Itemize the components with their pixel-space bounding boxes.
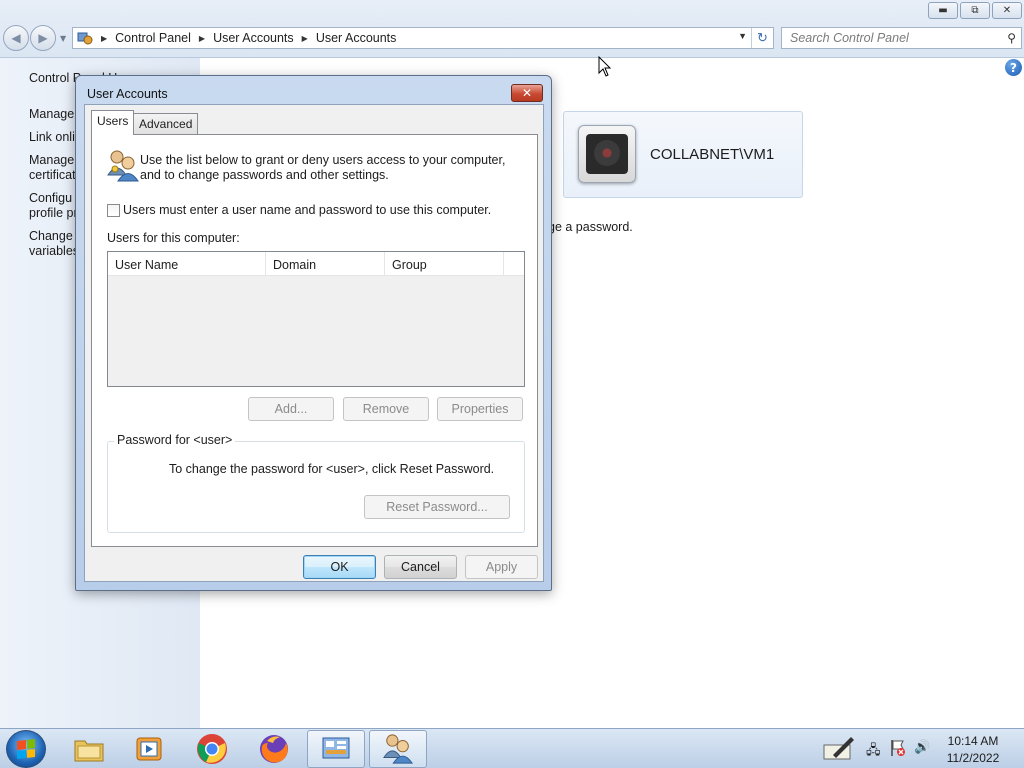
user-tile-name: COLLABNET\VM1 [650,146,775,163]
user-tile[interactable]: COLLABNET\VM1 [563,111,803,198]
window-controls: ▬ ⧉ ✕ [928,2,1022,19]
password-hint: To change the password for <user>, click… [169,462,495,476]
tab-advanced[interactable]: Advanced [133,113,199,134]
column-user-name[interactable]: User Name [108,252,266,276]
dialog-client-area: Users Advanced Use the list below to gra… [84,104,544,582]
address-bar[interactable]: ▶ Control Panel ▶ User Accounts ▶ User A… [72,27,774,49]
password-groupbox: Password for <user> To change the passwo… [107,433,525,533]
require-password-label[interactable]: Users must enter a user name and passwor… [123,203,491,218]
windows-logo-icon [17,739,35,759]
nav-link-online-ids[interactable]: Link onli [29,130,75,145]
password-group-label: Password for <user> [114,433,236,447]
forward-button[interactable]: ▶ [30,25,56,51]
explorer-titlebar: ▬ ⧉ ✕ ◀ ▶ ▼ ▶ Control Panel ▶ User Accou… [0,0,1024,58]
users-icon [383,734,413,764]
apply-button[interactable]: Apply [465,555,538,579]
firefox-icon [260,735,288,763]
minimize-button[interactable]: ▬ [928,2,958,19]
search-icon[interactable]: ⚲ [1007,31,1016,45]
breadcrumb-user-accounts[interactable]: User Accounts [213,31,294,45]
require-password-checkbox[interactable] [107,204,120,217]
change-password-link-text[interactable]: ge a password. [548,220,633,234]
restore-button[interactable]: ⧉ [960,2,990,19]
start-button[interactable] [6,730,46,768]
search-placeholder: Search Control Panel [790,31,909,45]
taskbar: 🖧 🔊 10:14 AM 11/2/2022 [0,728,1024,768]
ok-button[interactable]: OK [303,555,376,579]
add-button[interactable]: Add... [248,397,334,421]
dialog-close-button[interactable]: ✕ [511,84,543,102]
chrome-icon [197,734,227,764]
clock-time[interactable]: 10:14 AM [940,734,1006,748]
remove-button[interactable]: Remove [343,397,429,421]
intro-text-line2: and to change passwords and other settin… [140,168,389,182]
taskbar-firefox[interactable] [245,730,303,768]
breadcrumb-separator[interactable]: ▶ [199,34,205,43]
control-panel-icon [322,737,350,759]
control-panel-icon [77,31,93,45]
address-dropdown-icon[interactable]: ▼ [738,31,747,41]
pen-input-icon[interactable] [823,735,855,764]
breadcrumb-separator: ▶ [101,33,108,43]
users-list[interactable]: User Name Domain Group [107,251,525,387]
help-icon[interactable]: ? [1005,59,1022,76]
intro-text-line1: Use the list below to grant or deny user… [140,153,506,167]
users-tab-panel: Use the list below to grant or deny user… [91,134,538,547]
nav-manage-certificates[interactable]: Manage certificat [29,153,76,183]
user-picture [578,125,636,183]
column-filler [504,252,524,276]
nav-configure-profile[interactable]: Configu profile pr [29,191,78,221]
volume-icon[interactable]: 🔊 [914,740,930,755]
column-group[interactable]: Group [385,252,504,276]
nav-manage-accounts[interactable]: Manage [29,107,74,122]
forward-arrow-icon: ▶ [38,31,48,45]
users-icon [106,149,140,183]
nav-change-env-variables[interactable]: Change variables [29,229,79,259]
media-player-icon [136,737,162,761]
reset-password-button[interactable]: Reset Password... [364,495,510,519]
close-icon: ✕ [521,86,533,100]
back-button[interactable]: ◀ [3,25,29,51]
taskbar-control-panel[interactable] [307,730,365,768]
search-input[interactable]: Search Control Panel ⚲ [781,27,1022,49]
refresh-icon[interactable]: ↻ [751,28,773,48]
close-button[interactable]: ✕ [992,2,1022,19]
taskbar-media-player[interactable] [120,730,178,768]
properties-button[interactable]: Properties [437,397,523,421]
taskbar-chrome[interactable] [183,730,241,768]
breadcrumb-user-accounts-current[interactable]: User Accounts [316,31,397,45]
column-domain[interactable]: Domain [266,252,385,276]
dialog-title: User Accounts [87,87,168,101]
breadcrumb-control-panel[interactable]: Control Panel [115,31,191,45]
cancel-button[interactable]: Cancel [384,555,457,579]
users-list-label: Users for this computer: [107,231,240,245]
breadcrumb-separator[interactable]: ▶ [302,34,308,43]
recent-pages-dropdown[interactable]: ▼ [60,34,66,43]
back-arrow-icon: ◀ [11,31,21,45]
network-icon[interactable]: 🖧 [866,741,881,763]
clock-date[interactable]: 11/2/2022 [940,751,1006,765]
taskbar-explorer[interactable] [60,730,118,768]
users-list-header: User Name Domain Group [108,252,524,276]
folder-icon [74,740,104,762]
tab-users[interactable]: Users [91,110,135,135]
action-center-flag-icon[interactable] [890,739,906,760]
user-accounts-dialog: User Accounts ✕ Users Advanced Use the l… [75,75,552,591]
taskbar-user-accounts[interactable] [369,730,427,768]
